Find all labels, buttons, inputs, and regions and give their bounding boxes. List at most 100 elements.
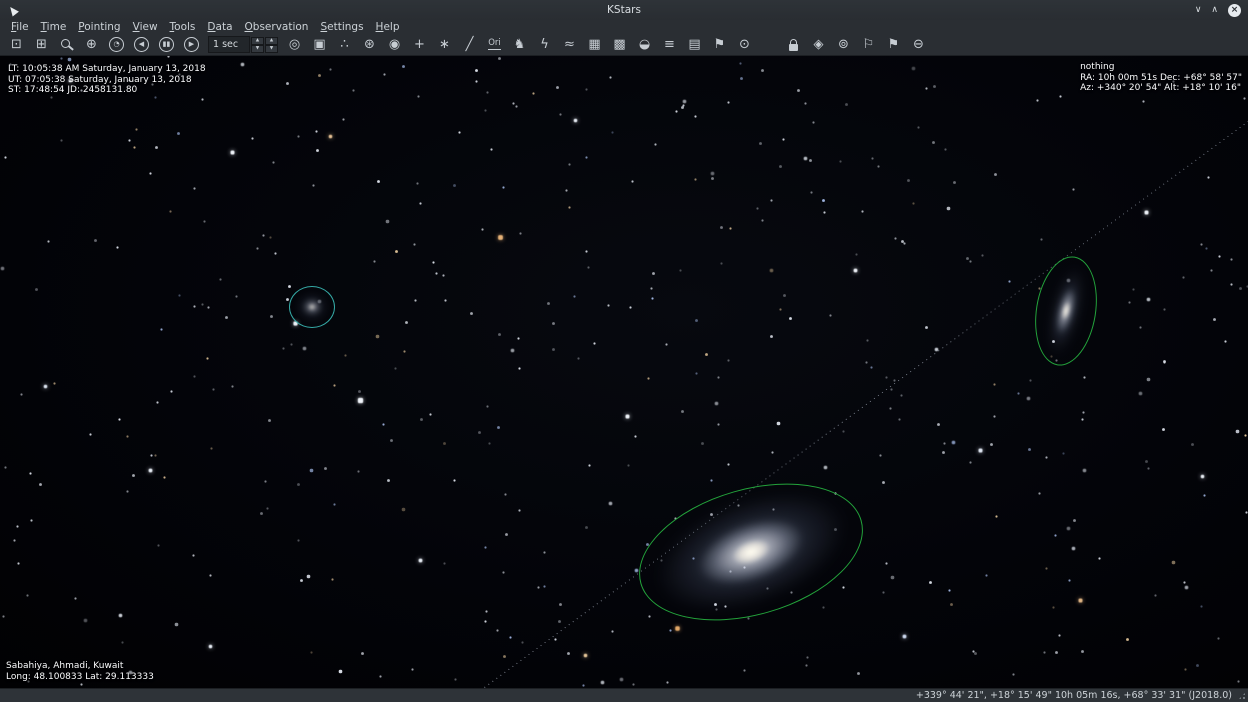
az-alt-line: Az: +340° 20' 54" Alt: +18° 10' 16" bbox=[1080, 83, 1242, 94]
time-reverse-button[interactable]: ◀ bbox=[130, 35, 153, 55]
time-step-spinbox[interactable]: 1 sec▲▼▲▼ bbox=[208, 36, 278, 53]
show-planets-button[interactable]: ◉ bbox=[383, 35, 406, 55]
telescope-track-button[interactable]: ⊚ bbox=[832, 35, 855, 55]
whats-interesting-button[interactable]: ⊙ bbox=[733, 35, 756, 55]
fits-viewer-button[interactable]: ▣ bbox=[308, 35, 331, 55]
show-deep-sky-icon: ⊛ bbox=[364, 38, 375, 51]
lock-position-button[interactable] bbox=[782, 35, 805, 55]
menu-pointing[interactable]: Pointing bbox=[72, 20, 126, 34]
galaxy-small-round-marker-ellipse bbox=[289, 286, 335, 328]
ekos-icon: ◈ bbox=[814, 38, 824, 51]
show-constellation-names-button[interactable]: Ori bbox=[483, 35, 506, 55]
mouse-object-label: nothing bbox=[1080, 62, 1242, 73]
show-stars-button[interactable]: ∴ bbox=[333, 35, 356, 55]
menu-time[interactable]: Time bbox=[35, 20, 73, 34]
time-unit-up-button[interactable]: ▲ bbox=[265, 37, 278, 45]
flag-filled-icon: ⚑ bbox=[888, 38, 900, 51]
time-step-down-button[interactable]: ▼ bbox=[251, 45, 264, 53]
show-constellation-art-button[interactable]: ♞ bbox=[508, 35, 531, 55]
show-equatorial-grid-icon: ▦ bbox=[588, 38, 600, 51]
menu-data[interactable]: Data bbox=[201, 20, 238, 34]
whats-interesting-icon: ⊙ bbox=[739, 38, 750, 51]
ekos-button[interactable]: ◈ bbox=[807, 35, 830, 55]
flag-outline-icon: ⚐ bbox=[863, 38, 875, 51]
window-title: KStars bbox=[0, 4, 1248, 16]
adjust-view-button[interactable]: ⊡ bbox=[5, 35, 28, 55]
galaxy-edge-on-marker-ellipse bbox=[1028, 252, 1104, 370]
show-constellation-lines-button[interactable]: ϟ bbox=[533, 35, 556, 55]
start-clock-icon: ▶ bbox=[184, 37, 199, 52]
show-asteroids-icon: ∗ bbox=[439, 38, 450, 51]
show-constellation-art-icon: ♞ bbox=[514, 38, 526, 51]
location-coordinates: Long: 48.100833 Lat: 29.113333 bbox=[6, 672, 154, 683]
ra-dec-line: RA: 10h 00m 51s Dec: +68° 58' 57" bbox=[1080, 73, 1242, 84]
location-info-overlay: Sabahiya, Ahmadi, Kuwait Long: 48.100833… bbox=[6, 661, 154, 682]
menu-tools[interactable]: Tools bbox=[164, 20, 202, 34]
show-horizon-icon: ◒ bbox=[639, 38, 650, 51]
observation-planner-button[interactable]: ≡ bbox=[658, 35, 681, 55]
telescope-track-icon: ⊚ bbox=[838, 38, 849, 51]
menu-file[interactable]: File bbox=[5, 20, 35, 34]
show-planets-icon: ◉ bbox=[389, 38, 400, 51]
sky-map[interactable]: LT: 10:05:38 AM Saturday, January 13, 20… bbox=[0, 56, 1248, 688]
show-supernovae-icon: ╱ bbox=[466, 38, 474, 51]
coordinate-system-icon: ◎ bbox=[289, 38, 300, 51]
observation-planner-icon: ≡ bbox=[664, 38, 675, 51]
set-time-button[interactable]: ◔ bbox=[105, 35, 128, 55]
time-step-value[interactable]: 1 sec bbox=[208, 36, 250, 53]
statusbar: +339° 44' 21", +18° 15' 49" 10h 05m 16s,… bbox=[0, 688, 1248, 702]
time-unit-down-button[interactable]: ▼ bbox=[265, 45, 278, 53]
menu-view[interactable]: View bbox=[127, 20, 164, 34]
remove-object-button[interactable]: ⊖ bbox=[907, 35, 930, 55]
show-equatorial-grid-button[interactable]: ▦ bbox=[583, 35, 606, 55]
stop-clock-icon: ▮▮ bbox=[159, 37, 174, 52]
show-supernovae-button[interactable]: ╱ bbox=[458, 35, 481, 55]
set-time-icon: ◔ bbox=[109, 37, 124, 52]
coordinate-system-button[interactable]: ◎ bbox=[283, 35, 306, 55]
sidereal-time-line: ST: 17:48:54 JD: 2458131.80 bbox=[8, 85, 206, 96]
show-horizontal-grid-button[interactable]: ▩ bbox=[608, 35, 631, 55]
show-milky-way-button[interactable]: ≈ bbox=[558, 35, 581, 55]
show-comets-button[interactable]: + bbox=[408, 35, 431, 55]
geographic-location-icon: ⊕ bbox=[86, 38, 97, 51]
time-info-overlay: LT: 10:05:38 AM Saturday, January 13, 20… bbox=[8, 64, 206, 96]
show-stars-icon: ∴ bbox=[340, 38, 348, 51]
open-fits-button[interactable]: ▤ bbox=[683, 35, 706, 55]
minimize-button[interactable]: ∨ bbox=[1195, 6, 1202, 15]
flag-outline-button[interactable]: ⚐ bbox=[857, 35, 880, 55]
show-deep-sky-button[interactable]: ⊛ bbox=[358, 35, 381, 55]
resize-grip[interactable] bbox=[1238, 692, 1246, 700]
add-flag-button[interactable]: ⚑ bbox=[708, 35, 731, 55]
geographic-location-button[interactable]: ⊕ bbox=[80, 35, 103, 55]
close-button[interactable]: × bbox=[1228, 4, 1241, 17]
local-time-line: LT: 10:05:38 AM Saturday, January 13, 20… bbox=[8, 64, 206, 75]
toolbar: ⊡⊞⊕◔◀▮▮▶1 sec▲▼▲▼◎▣∴⊛◉+∗╱Ori♞ϟ≈▦▩◒≡▤⚑⊙◈⊚… bbox=[0, 34, 1248, 56]
show-asteroids-button[interactable]: ∗ bbox=[433, 35, 456, 55]
zoom-box-icon: ⊞ bbox=[36, 38, 47, 51]
ecliptic-line bbox=[464, 121, 1248, 688]
start-clock-button[interactable]: ▶ bbox=[180, 35, 203, 55]
find-object-button[interactable] bbox=[55, 35, 78, 55]
zoom-box-button[interactable]: ⊞ bbox=[30, 35, 53, 55]
time-step-up-button[interactable]: ▲ bbox=[251, 37, 264, 45]
starfield bbox=[0, 56, 1, 57]
open-fits-icon: ▤ bbox=[688, 38, 700, 51]
menu-settings[interactable]: Settings bbox=[314, 20, 369, 34]
show-constellation-lines-icon: ϟ bbox=[540, 38, 549, 51]
titlebar[interactable]: KStars ∨ ∧ × bbox=[0, 0, 1248, 20]
lock-icon bbox=[789, 44, 798, 51]
show-constellation-names-icon: Ori bbox=[488, 39, 501, 50]
menu-help[interactable]: Help bbox=[370, 20, 406, 34]
show-horizon-button[interactable]: ◒ bbox=[633, 35, 656, 55]
stop-clock-button[interactable]: ▮▮ bbox=[155, 35, 178, 55]
remove-object-icon: ⊖ bbox=[913, 38, 924, 51]
adjust-view-icon: ⊡ bbox=[11, 38, 22, 51]
show-comets-icon: + bbox=[414, 38, 425, 51]
window-controls: ∨ ∧ × bbox=[1195, 4, 1241, 17]
add-flag-icon: ⚑ bbox=[714, 38, 726, 51]
flag-filled-button[interactable]: ⚑ bbox=[882, 35, 905, 55]
maximize-button[interactable]: ∧ bbox=[1211, 6, 1218, 15]
menu-observation[interactable]: Observation bbox=[239, 20, 315, 34]
focus-info-overlay: nothing RA: 10h 00m 51s Dec: +68° 58' 57… bbox=[1080, 62, 1242, 94]
magnifier-icon bbox=[61, 39, 70, 48]
